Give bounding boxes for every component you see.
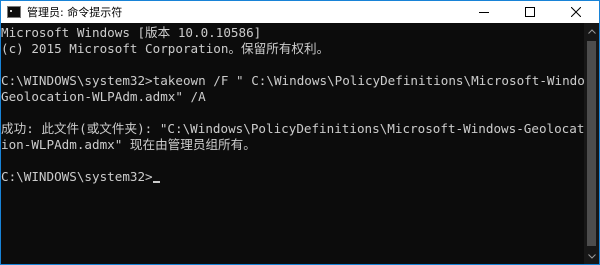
command-prompt-window: 管理员: 命令提示符 Microsoft Windows [版本 10.0.10… (0, 0, 600, 265)
window-controls (461, 1, 599, 23)
title-bar[interactable]: 管理员: 命令提示符 (1, 1, 599, 23)
console-line: 成功: 此文件(或文件夹): "C:\Windows\PolicyDefinit… (1, 121, 584, 136)
prompt-line[interactable]: C:\WINDOWS\system32> (1, 169, 584, 185)
scrollbar-thumb[interactable] (587, 41, 596, 246)
minimize-icon (479, 12, 489, 13)
scroll-down-button[interactable] (584, 248, 599, 264)
maximize-icon (525, 7, 535, 17)
console-line: Microsoft Windows [版本 10.0.10586] (1, 25, 262, 40)
console-line: Geolocation-WLPAdm.admx" /A (1, 89, 206, 104)
maximize-button[interactable] (507, 1, 553, 23)
prompt-text: C:\WINDOWS\system32> (1, 169, 153, 184)
minimize-button[interactable] (461, 1, 507, 23)
close-icon (571, 7, 581, 17)
window-title: 管理员: 命令提示符 (27, 6, 123, 19)
console-output[interactable]: Microsoft Windows [版本 10.0.10586] (c) 20… (1, 23, 584, 264)
console-line: (c) 2015 Microsoft Corporation。保留所有权利。 (1, 41, 330, 56)
vertical-scrollbar[interactable] (584, 23, 599, 264)
chevron-down-icon (587, 253, 596, 259)
scroll-up-button[interactable] (584, 23, 599, 39)
terminal-icon (7, 6, 21, 18)
console-line: ion-WLPAdm.admx" 现在由管理员组所有。 (1, 137, 256, 152)
chevron-up-icon (587, 28, 596, 34)
console-line: C:\WINDOWS\system32>takeown /F " C:\Wind… (1, 73, 584, 88)
close-button[interactable] (553, 1, 599, 23)
text-cursor (152, 181, 160, 183)
